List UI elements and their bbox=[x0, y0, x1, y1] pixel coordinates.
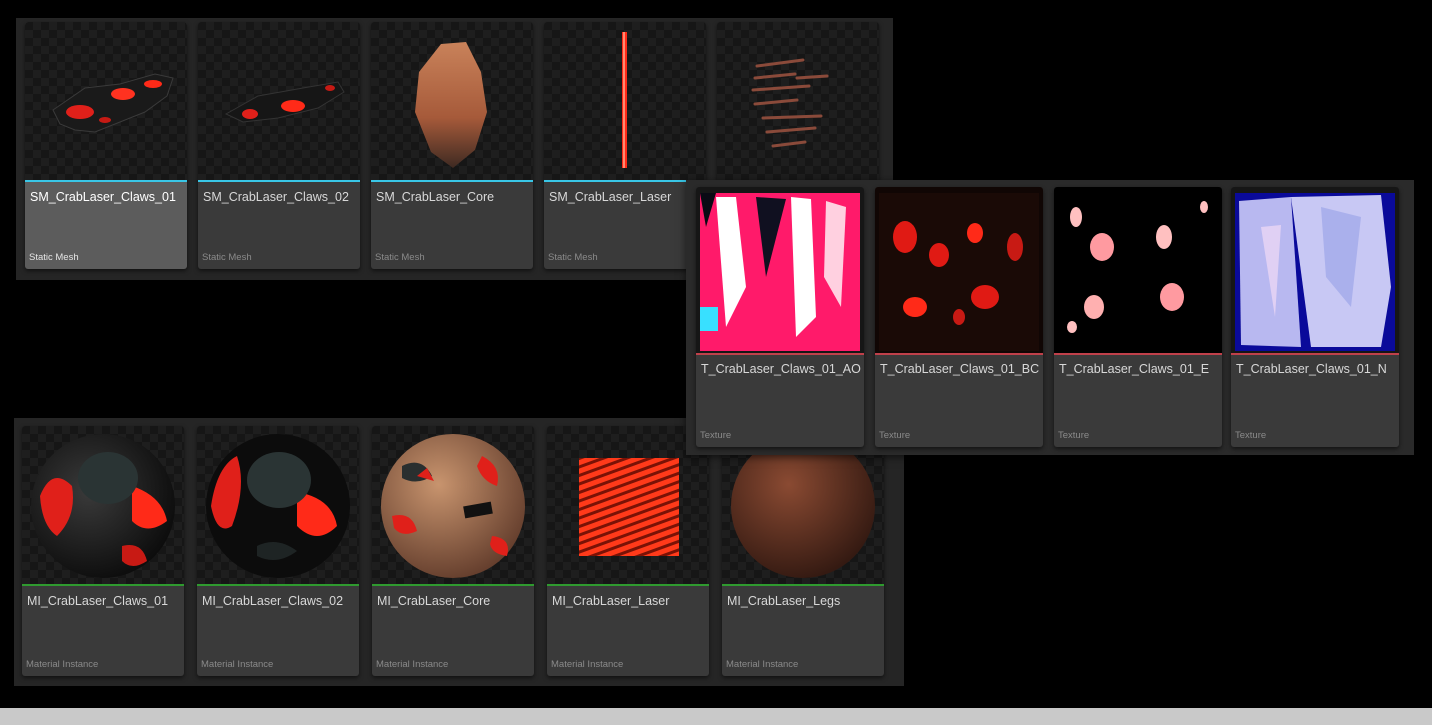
asset-thumbnail bbox=[1054, 187, 1222, 353]
asset-type-label: Material Instance bbox=[551, 659, 624, 670]
asset-type-label: Static Mesh bbox=[548, 252, 598, 263]
asset-thumbnail bbox=[372, 426, 534, 584]
asset-name: MI_CrabLaser_Laser bbox=[552, 594, 670, 608]
asset-tile-t-n[interactable]: T_CrabLaser_Claws_01_N Texture bbox=[1231, 187, 1399, 447]
asset-tile-t-e[interactable]: T_CrabLaser_Claws_01_E Texture bbox=[1054, 187, 1222, 447]
asset-thumbnail bbox=[717, 22, 879, 180]
texture-asset-panel: T_CrabLaser_Claws_01_AO Texture T_CrabLa… bbox=[686, 180, 1414, 455]
asset-thumbnail bbox=[25, 22, 187, 180]
asset-type-bar bbox=[1054, 353, 1222, 355]
asset-thumbnail bbox=[547, 426, 709, 584]
asset-type-label: Material Instance bbox=[726, 659, 799, 670]
asset-type-label: Static Mesh bbox=[375, 252, 425, 263]
asset-type-bar bbox=[198, 180, 360, 182]
asset-type-bar bbox=[1231, 353, 1399, 355]
asset-type-label: Texture bbox=[700, 430, 732, 441]
asset-tile-mi-core[interactable]: MI_CrabLaser_Core Material Instance bbox=[372, 426, 534, 676]
bottom-strip bbox=[0, 708, 1432, 725]
asset-type-label: Material Instance bbox=[376, 659, 449, 670]
asset-name: MI_CrabLaser_Claws_01 bbox=[27, 594, 169, 608]
asset-type-bar bbox=[696, 353, 864, 355]
asset-tile-t-bc[interactable]: T_CrabLaser_Claws_01_BC Texture bbox=[875, 187, 1043, 447]
asset-type-label: Material Instance bbox=[26, 659, 99, 670]
asset-name: SM_CrabLaser_Core bbox=[376, 190, 495, 204]
asset-tile-t-ao[interactable]: T_CrabLaser_Claws_01_AO Texture bbox=[696, 187, 864, 447]
asset-type-label: Static Mesh bbox=[29, 252, 79, 263]
asset-type-bar bbox=[544, 180, 706, 182]
asset-name: T_CrabLaser_Claws_01_BC bbox=[880, 362, 1040, 376]
asset-tile-mi-claws-01[interactable]: MI_CrabLaser_Claws_01 Material Instance bbox=[22, 426, 184, 676]
asset-tile-sm-claws-02[interactable]: SM_CrabLaser_Claws_02 Static Mesh bbox=[198, 22, 360, 269]
asset-type-label: Texture bbox=[879, 430, 911, 441]
asset-tile-sm-claws-01[interactable]: SM_CrabLaser_Claws_01 Static Mesh bbox=[25, 22, 187, 269]
asset-type-label: Static Mesh bbox=[202, 252, 252, 263]
asset-type-bar bbox=[25, 180, 187, 182]
asset-thumbnail bbox=[544, 22, 706, 180]
asset-type-label: Texture bbox=[1235, 430, 1267, 441]
asset-type-label: Material Instance bbox=[201, 659, 274, 670]
asset-name: T_CrabLaser_Claws_01_N bbox=[1236, 362, 1387, 376]
asset-type-bar bbox=[372, 584, 534, 586]
asset-type-bar bbox=[22, 584, 184, 586]
asset-thumbnail bbox=[371, 22, 533, 180]
asset-name: T_CrabLaser_Claws_01_AO bbox=[701, 362, 861, 376]
asset-type-bar bbox=[547, 584, 709, 586]
asset-tile-sm-core[interactable]: SM_CrabLaser_Core Static Mesh bbox=[371, 22, 533, 269]
asset-tile-mi-laser[interactable]: MI_CrabLaser_Laser Material Instance bbox=[547, 426, 709, 676]
asset-type-label: Texture bbox=[1058, 430, 1090, 441]
asset-name: MI_CrabLaser_Legs bbox=[727, 594, 841, 608]
asset-thumbnail bbox=[875, 187, 1043, 353]
asset-tile-mi-claws-02[interactable]: MI_CrabLaser_Claws_02 Material Instance bbox=[197, 426, 359, 676]
asset-thumbnail bbox=[696, 187, 864, 353]
asset-type-bar bbox=[722, 584, 884, 586]
asset-name: SM_CrabLaser_Claws_01 bbox=[30, 190, 176, 204]
asset-name: MI_CrabLaser_Core bbox=[377, 594, 491, 608]
asset-name: SM_CrabLaser_Claws_02 bbox=[203, 190, 349, 204]
asset-type-bar bbox=[371, 180, 533, 182]
asset-tile-mi-legs[interactable]: MI_CrabLaser_Legs Material Instance bbox=[722, 426, 884, 676]
asset-type-bar bbox=[197, 584, 359, 586]
asset-tile-sm-laser[interactable]: SM_CrabLaser_Laser Static Mesh bbox=[544, 22, 706, 269]
asset-type-bar bbox=[875, 353, 1043, 355]
asset-name: MI_CrabLaser_Claws_02 bbox=[202, 594, 344, 608]
asset-thumbnail bbox=[198, 22, 360, 180]
asset-thumbnail bbox=[197, 426, 359, 584]
material-instance-asset-panel: MI_CrabLaser_Claws_01 Material Instance … bbox=[14, 418, 904, 686]
asset-name: T_CrabLaser_Claws_01_E bbox=[1059, 362, 1210, 376]
asset-thumbnail bbox=[1231, 187, 1399, 353]
asset-thumbnail bbox=[22, 426, 184, 584]
asset-name: SM_CrabLaser_Laser bbox=[549, 190, 672, 204]
